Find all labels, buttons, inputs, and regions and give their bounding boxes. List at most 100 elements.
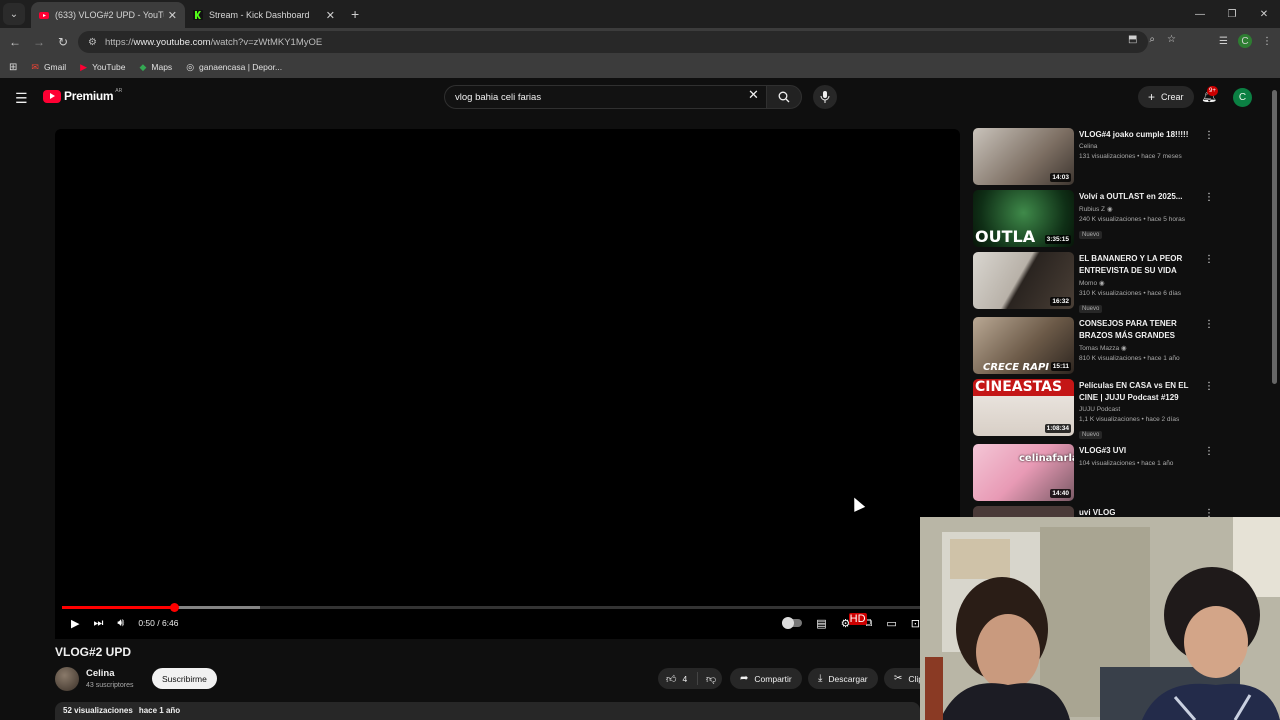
related-channel[interactable]: Rubius Z ◉ [1079,205,1199,213]
related-video-item[interactable]: 16:32 EL BANANERO Y LA PEOR ENTREVISTA D… [973,252,1218,313]
scrubber-handle[interactable] [169,603,179,612]
webcam-overlay [920,517,1280,720]
related-title[interactable]: Películas EN CASA vs EN EL CINE | JUJU P… [1079,380,1199,404]
reading-list-icon[interactable]: ☰ [1219,36,1228,47]
menu-hamburger-icon[interactable]: ☰ [15,90,28,107]
back-arrow-icon[interactable]: ← [3,35,27,49]
related-title[interactable]: EL BANANERO Y LA PEOR ENTREVISTA DE SU V… [1079,253,1199,277]
search-input[interactable]: vlog bahia celi farias [444,85,766,109]
related-info: VLOG#3 UVI 104 visualizaciones • hace 1 … [1079,445,1199,467]
omnibox-actions: ⬒ ⌕ ☆ [1128,34,1176,45]
minimize-icon[interactable]: — [1184,0,1216,28]
related-channel[interactable]: Tomas Mazza ◉ [1079,344,1199,352]
search-button[interactable] [766,85,802,109]
time-display: 0:50 / 6:46 [138,618,179,628]
verified-check-icon: ◉ [1106,206,1113,213]
bookmark-youtube[interactable]: ▶ YouTube [80,62,125,73]
voice-search-button[interactable] [813,85,837,109]
more-options-icon[interactable]: ⋮ [1204,254,1214,265]
address-bar[interactable]: ⚙ https://www.youtube.com/watch?v=zWtMKY… [78,31,1148,53]
related-title[interactable]: CONSEJOS PARA TENER BRAZOS MÁS GRANDES [1079,318,1199,342]
microphone-icon [820,91,830,103]
subscribe-button[interactable]: Suscribirme [152,668,217,689]
more-options-icon[interactable]: ⋮ [1204,192,1214,203]
new-badge: Nuevo [1079,231,1103,239]
youtube-favicon-icon [39,12,49,19]
forward-arrow-icon[interactable]: → [27,35,51,49]
more-options-icon[interactable]: ⋮ [1204,381,1214,392]
tab-close-icon[interactable]: ✕ [326,9,335,22]
video-thumbnail[interactable]: CRECE RAPI 15:11 [973,317,1074,374]
bookmark-maps[interactable]: ◆ Maps [139,62,172,73]
profile-avatar[interactable]: C [1238,34,1252,48]
related-channel[interactable]: Momo ◉ [1079,279,1199,287]
video-duration: 16:32 [1050,297,1071,306]
search-icon [778,91,790,103]
related-video-item[interactable]: celinafarlass : volvi 14:40 VLOG#3 UVI 1… [973,444,1218,502]
window-controls: — ❐ ✕ [1184,0,1280,28]
related-meta: 240 K visualizaciones • hace 5 horas [1079,216,1185,223]
video-thumbnail[interactable]: celinafarlass : volvi 14:40 [973,444,1074,501]
tab-search-chevron-icon[interactable]: ⌄ [3,3,25,25]
apps-grid-icon[interactable]: ⊞ [9,62,17,73]
video-thumbnail[interactable]: 14:03 [973,128,1074,185]
related-title[interactable]: VLOG#4 joako cumple 18!!!!! [1079,129,1199,141]
related-channel[interactable]: Celina [1079,143,1199,150]
bookmark-gmail[interactable]: ✉ Gmail [31,62,66,73]
maximize-icon[interactable]: ❐ [1216,0,1248,28]
more-options-icon[interactable]: ⋮ [1204,319,1214,330]
related-video-item[interactable]: 14:03 VLOG#4 joako cumple 18!!!!! Celina… [973,128,1218,186]
theater-mode-icon[interactable]: ▭ [886,617,896,630]
site-settings-icon[interactable]: ⚙ [88,37,97,48]
install-app-icon[interactable]: ⬒ [1128,34,1137,45]
browser-menu-icon[interactable]: ⋮ [1262,36,1272,47]
youtube-premium-logo[interactable]: Premium AR [43,88,122,103]
reload-icon[interactable]: ↻ [51,35,75,49]
new-tab-plus-icon[interactable]: + [351,6,359,22]
related-video-item[interactable]: OUTLA 3:35:15 Volví a OUTLAST en 2025...… [973,190,1218,248]
description-box[interactable]: 52 visualizaciones hace 1 año [55,702,920,720]
subtitles-icon[interactable]: ▤ [816,617,826,630]
dislike-button[interactable]: 👎︎ [698,673,716,685]
related-video-item[interactable]: CINEASTAS 1:08:34 Películas EN CASA vs E… [973,379,1218,439]
download-button[interactable]: ⤓ Descargar [808,668,878,689]
video-thumbnail[interactable]: 16:32 [973,252,1074,309]
video-player[interactable]: ▶ ⏭︎ 🔊︎ 0:50 / 6:46 ▤ ⚙ HD ⧉ ▭ ⊡ [55,129,960,639]
browser-tab-kick[interactable]: Stream - Kick Dashboard ✕ [185,2,343,28]
clear-search-icon[interactable]: ✕ [748,87,759,103]
related-title[interactable]: VLOG#3 UVI [1079,445,1199,457]
autoplay-toggle[interactable] [782,617,803,629]
channel-avatar[interactable] [55,667,79,691]
related-title[interactable]: Volví a OUTLAST en 2025... [1079,191,1199,203]
progress-bar[interactable] [62,603,955,612]
related-channel[interactable]: JUJU Podcast [1079,406,1199,413]
thumbnail-caption: CRECE RAPI [983,362,1050,373]
cast-icon[interactable]: ⊡ [911,617,920,630]
related-info: EL BANANERO Y LA PEOR ENTREVISTA DE SU V… [1079,253,1199,315]
play-icon[interactable]: ▶ [71,617,79,630]
settings-gear-icon[interactable]: ⚙ HD [841,612,867,630]
related-meta: 310 K visualizaciones • hace 6 días [1079,290,1182,297]
bookmark-star-icon[interactable]: ☆ [1167,34,1176,45]
create-button[interactable]: + Crear [1138,86,1194,108]
bookmark-ganaencasa[interactable]: ◎ ganaencasa | Depor... [186,62,282,73]
account-avatar[interactable]: C [1233,88,1252,107]
share-button[interactable]: ➦ Compartir [730,668,802,689]
video-thumbnail[interactable]: CINEASTAS 1:08:34 [973,379,1074,436]
browser-tab-youtube[interactable]: (633) VLOG#2 UPD - YouTube ✕ [31,2,185,28]
related-info: CONSEJOS PARA TENER BRAZOS MÁS GRANDES T… [1079,318,1199,362]
share-arrow-icon: ➦ [740,673,749,684]
page-scrollbar[interactable] [1272,90,1277,384]
channel-name[interactable]: Celina [86,668,115,679]
close-window-icon[interactable]: ✕ [1248,0,1280,28]
more-options-icon[interactable]: ⋮ [1204,130,1214,141]
tab-close-icon[interactable]: ✕ [168,9,177,22]
related-video-item[interactable]: CRECE RAPI 15:11 CONSEJOS PARA TENER BRA… [973,317,1218,375]
next-video-icon[interactable]: ⏭︎ [93,617,103,630]
video-thumbnail[interactable]: OUTLA 3:35:15 [973,190,1074,247]
volume-icon[interactable]: 🔊︎ [117,617,124,630]
zoom-icon[interactable]: ⌕ [1149,34,1155,45]
globe-icon: ◎ [186,61,195,72]
more-options-icon[interactable]: ⋮ [1204,446,1214,457]
like-button[interactable]: 👍︎ 4 [658,672,698,685]
